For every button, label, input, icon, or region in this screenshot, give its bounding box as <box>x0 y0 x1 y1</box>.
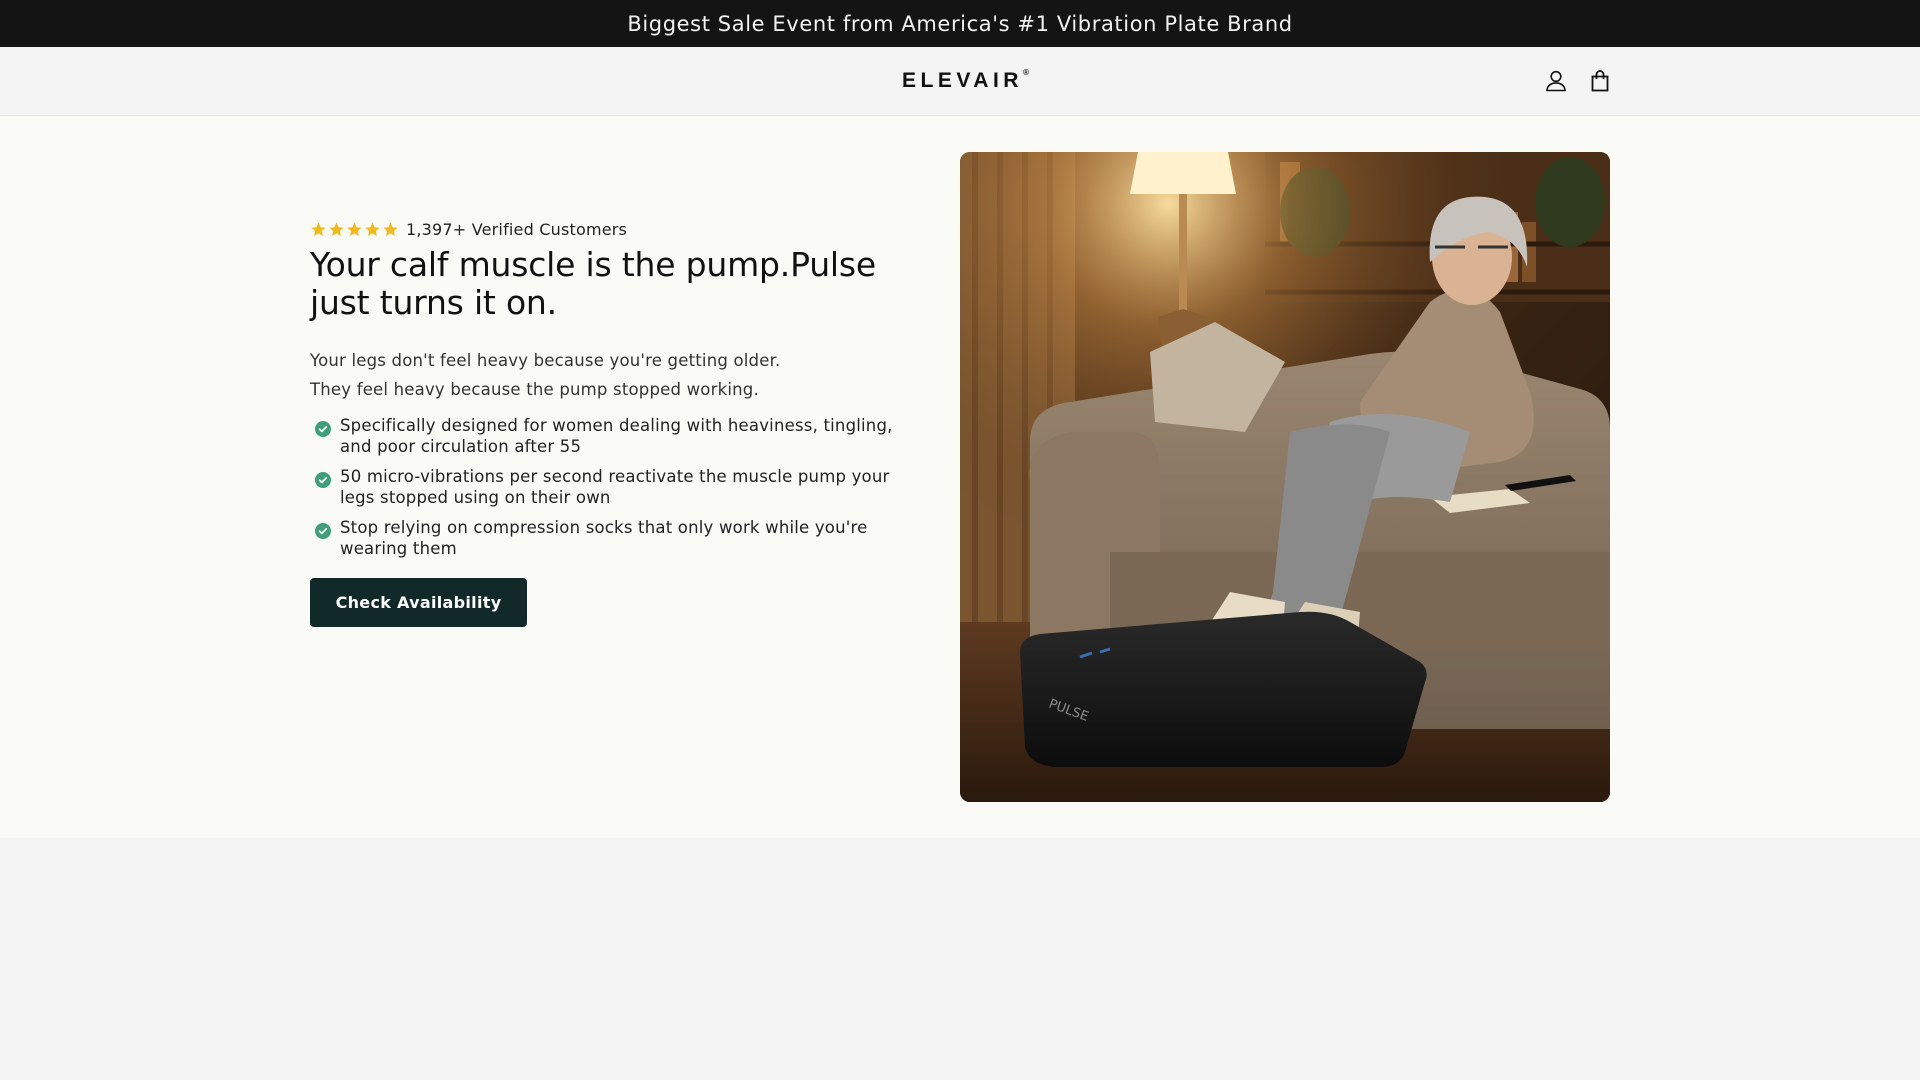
benefit-item: 50 micro-vibrations per second reactivat… <box>310 467 900 508</box>
benefit-text-line2: wearing them <box>340 538 457 558</box>
benefit-text-line1: Specifically designed for women dealing … <box>340 416 893 435</box>
benefit-item: Specifically designed for women dealing … <box>310 416 900 457</box>
hero-subtitle-line2: They feel heavy because the pump stopped… <box>310 380 759 399</box>
cart-icon[interactable] <box>1586 67 1614 95</box>
benefit-list: Specifically designed for women dealing … <box>310 416 900 559</box>
hero-subtitle-line1: Your legs don't feel heavy because you'r… <box>310 351 781 370</box>
announcement-bar: Biggest Sale Event from America's #1 Vib… <box>0 0 1920 47</box>
star-icon <box>365 221 380 236</box>
star-icon <box>329 221 344 236</box>
benefit-text-line1: Stop relying on compression socks that o… <box>340 518 868 537</box>
hero-subtitle: Your legs don't feel heavy because you'r… <box>310 346 900 404</box>
benefit-text-line2: and poor circulation after 55 <box>340 436 582 456</box>
star-icon <box>383 221 398 236</box>
hero-photo-illustration: PULSE <box>960 152 1610 802</box>
hero-title-line1: Your calf muscle is the pump.Pulse <box>310 245 876 284</box>
logo-text: ELEVAIR <box>902 69 1023 92</box>
benefit-text: 50 micro-vibrations per second reactivat… <box>340 467 890 508</box>
check-availability-button[interactable]: Check Availability <box>310 578 527 627</box>
benefit-text-line1: 50 micro-vibrations per second reactivat… <box>340 467 890 486</box>
hero-title: Your calf muscle is the pump.Pulse just … <box>310 246 900 322</box>
star-rating <box>310 221 399 238</box>
rating-text: 1,397+ Verified Customers <box>406 219 628 239</box>
benefit-text-line2: legs stopped using on their own <box>340 487 611 507</box>
hero-content: 1,397+ Verified Customers Your calf musc… <box>310 216 900 627</box>
hero-title-line2: just turns it on. <box>310 283 557 322</box>
star-icon <box>311 221 326 236</box>
hero-image: PULSE <box>960 152 1610 802</box>
announcement-text: Biggest Sale Event from America's #1 Vib… <box>627 11 1293 36</box>
benefit-item: Stop relying on compression socks that o… <box>310 518 900 559</box>
benefit-text: Specifically designed for women dealing … <box>340 416 893 457</box>
benefit-text: Stop relying on compression socks that o… <box>340 518 867 559</box>
rating-row: 1,397+ Verified Customers <box>310 216 900 242</box>
logo-registered-mark: ® <box>1022 68 1029 77</box>
check-circle-icon <box>315 472 331 488</box>
star-icon <box>347 221 362 236</box>
account-icon[interactable] <box>1542 67 1570 95</box>
site-header: ELEVAIR® <box>0 47 1920 116</box>
check-circle-icon <box>315 421 331 437</box>
check-circle-icon <box>315 523 331 539</box>
hero-section: 1,397+ Verified Customers Your calf musc… <box>0 116 1920 838</box>
brand-logo[interactable]: ELEVAIR® <box>902 68 1029 93</box>
